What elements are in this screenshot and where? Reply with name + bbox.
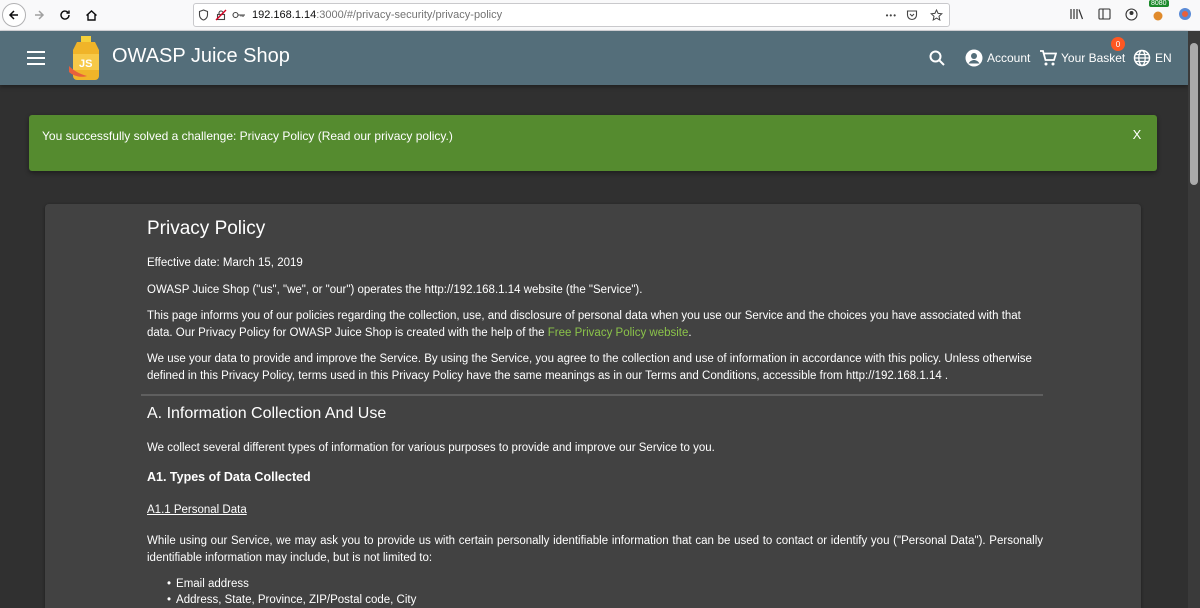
- language-label: EN: [1155, 51, 1172, 65]
- menu-icon-bar: [27, 51, 45, 53]
- svg-text:JS: JS: [79, 58, 92, 70]
- library-icon[interactable]: [1068, 4, 1086, 24]
- home-button[interactable]: [78, 2, 104, 28]
- free-privacy-policy-link[interactable]: Free Privacy Policy website: [548, 327, 689, 339]
- browser-toolbar: 192.168.1.14:3000/#/privacy-security/pri…: [0, 0, 1200, 31]
- account-button[interactable]: Account: [965, 31, 1030, 85]
- url-path: :3000/#/privacy-security/privacy-policy: [316, 9, 503, 21]
- privacy-policy-card: Privacy Policy Effective date: March 15,…: [45, 204, 1141, 608]
- globe-icon: [1133, 49, 1151, 67]
- home-icon: [85, 9, 97, 21]
- menu-icon-bar: [27, 57, 45, 59]
- url-bar[interactable]: 192.168.1.14:3000/#/privacy-security/pri…: [193, 3, 950, 27]
- extension-icon[interactable]: [1176, 4, 1194, 24]
- back-button[interactable]: [2, 3, 26, 27]
- menu-button[interactable]: [25, 47, 47, 69]
- reload-icon: [60, 10, 70, 20]
- forward-button[interactable]: [26, 2, 52, 28]
- personal-data-paragraph: While using our Service, we may ask you …: [147, 535, 1043, 564]
- effective-date: Effective date: March 15, 2019: [147, 257, 303, 269]
- notification-message: You successfully solved a challenge: Pri…: [42, 129, 453, 143]
- basket-label: Your Basket: [1061, 51, 1126, 65]
- account-label: Account: [987, 51, 1031, 65]
- reload-button[interactable]: [52, 2, 78, 28]
- sidebar-icon[interactable]: [1095, 4, 1113, 24]
- language-button[interactable]: EN: [1133, 31, 1172, 85]
- page-actions-button[interactable]: •••: [886, 11, 897, 20]
- notification-close-button[interactable]: X: [1129, 127, 1145, 145]
- app-title[interactable]: OWASP Juice Shop: [112, 45, 290, 68]
- use-data-paragraph: We use your data to provide and improve …: [147, 353, 1032, 382]
- scrollbar-thumb[interactable]: [1190, 43, 1198, 185]
- url-host: 192.168.1.14: [252, 9, 317, 21]
- key-icon[interactable]: [230, 6, 248, 24]
- section-a-heading: A. Information Collection And Use: [147, 405, 387, 422]
- pocket-icon[interactable]: [903, 6, 921, 24]
- search-icon: [929, 50, 945, 66]
- challenge-solved-notification: You successfully solved a challenge: Pri…: [29, 115, 1157, 171]
- section-a11-heading: A1.1 Personal Data: [147, 504, 247, 516]
- section-a1-heading: A1. Types of Data Collected: [147, 470, 311, 484]
- arrow-right-icon: [35, 10, 45, 20]
- insecure-lock-icon[interactable]: [212, 6, 230, 24]
- section-a-paragraph: We collect several different types of in…: [147, 442, 715, 454]
- section-divider: [141, 394, 1043, 396]
- menu-icon-bar: [27, 63, 45, 65]
- juice-shop-logo[interactable]: JS: [67, 36, 105, 80]
- bookmark-star-icon[interactable]: [927, 6, 945, 24]
- basket-count-badge: 0: [1111, 37, 1125, 51]
- page-scrollbar[interactable]: [1188, 31, 1200, 608]
- account-circle-icon: [965, 49, 983, 67]
- page-title: Privacy Policy: [147, 218, 266, 239]
- url-text[interactable]: 192.168.1.14:3000/#/privacy-security/pri…: [252, 9, 502, 21]
- informs-end: .: [688, 326, 692, 339]
- app-header: JS OWASP Juice Shop Account Your Basket …: [0, 31, 1188, 85]
- arrow-left-icon: [8, 10, 18, 20]
- search-button[interactable]: [928, 31, 950, 85]
- intro-paragraph: OWASP Juice Shop ("us", "we", or "our") …: [147, 284, 643, 296]
- basket-button[interactable]: Your Basket 0: [1039, 31, 1125, 85]
- list-item: Address, State, Province, ZIP/Postal cod…: [167, 592, 416, 608]
- shield-icon[interactable]: [194, 6, 212, 24]
- extension-badge: 8080: [1149, 0, 1169, 7]
- personal-data-list: Email address Address, State, Province, …: [167, 576, 416, 608]
- account-circle-icon[interactable]: [1122, 4, 1140, 24]
- informs-paragraph: This page informs you of our policies re…: [147, 308, 1043, 341]
- shopping-cart-icon: [1040, 50, 1057, 66]
- proxy-extension-icon[interactable]: 8080: [1149, 0, 1169, 24]
- list-item: Email address: [167, 576, 416, 592]
